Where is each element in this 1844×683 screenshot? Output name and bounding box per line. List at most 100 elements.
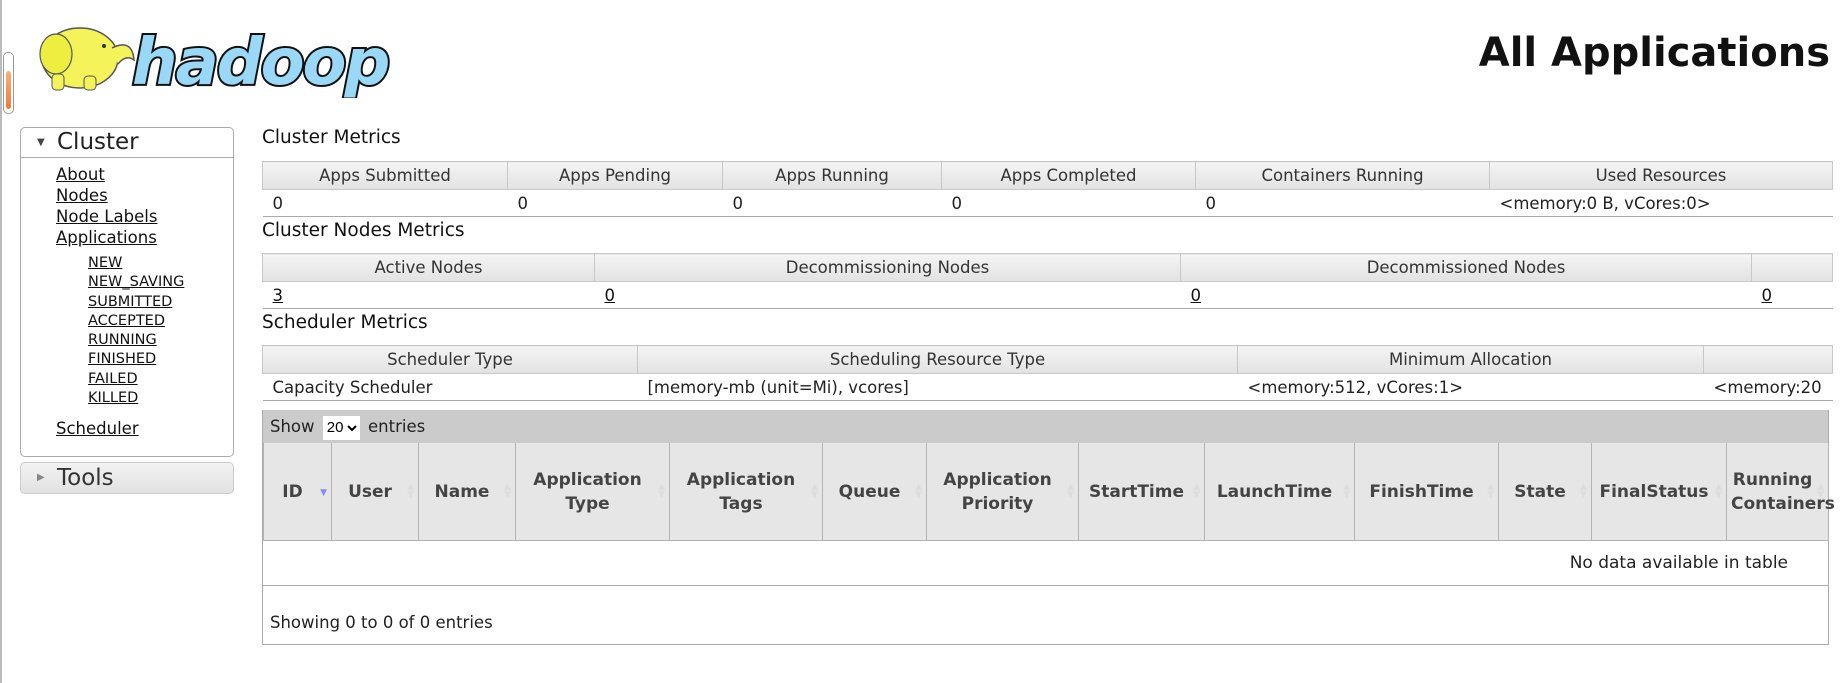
header-active-nodes: Active Nodes	[262, 253, 595, 282]
state-link-failed[interactable]: FAILED	[21, 370, 233, 389]
sidebar-link-scheduler[interactable]: Scheduler	[21, 418, 233, 439]
state-link-submitted[interactable]: SUBMITTED	[21, 293, 233, 312]
sort-icon: ▲ ▼	[1067, 482, 1074, 500]
scheduler-metrics-heading: Scheduler Metrics	[262, 312, 428, 333]
show-label: Show	[270, 417, 315, 436]
cluster-metrics-table: Apps Submitted Apps Pending Apps Running…	[262, 161, 1833, 217]
state-link-finished[interactable]: FINISHED	[21, 350, 233, 369]
sidebar-link-nodes[interactable]: Nodes	[21, 185, 233, 206]
sort-icon: ▲ ▼	[1715, 482, 1722, 500]
column-header-id[interactable]: ID ▼	[263, 443, 332, 541]
sidebar-tools-toggle[interactable]: ▶ Tools	[20, 462, 234, 494]
value-used-resources: <memory:0 B, vCores:0>	[1489, 189, 1833, 217]
caret-down-icon: ▼	[37, 137, 45, 148]
column-label: FinishTime	[1369, 481, 1474, 502]
sort-icon: ▲ ▼	[1487, 482, 1494, 500]
header-used-resources: Used Resources	[1489, 161, 1833, 190]
sort-icon: ▲ ▼	[1343, 482, 1350, 500]
header-apps-completed: Apps Completed	[941, 161, 1196, 190]
sort-icon: ▲ ▼	[1817, 482, 1824, 500]
sidebar-link-applications[interactable]: Applications	[21, 227, 233, 248]
header-scheduler-extra	[1703, 345, 1833, 374]
state-link-new-saving[interactable]: NEW_SAVING	[21, 273, 233, 292]
sort-icon: ▲ ▼	[811, 482, 818, 500]
active-nodes-link[interactable]: 3	[273, 286, 284, 305]
header-scheduling-resource-type: Scheduling Resource Type	[637, 345, 1238, 374]
nodes-extra-link[interactable]: 0	[1762, 286, 1773, 305]
window-edge	[0, 0, 2, 683]
sort-icon: ▲ ▼	[504, 482, 511, 500]
value-scheduling-resource-type: [memory-mb (unit=Mi), vcores]	[637, 373, 1238, 401]
column-header-state[interactable]: State ▲ ▼	[1498, 443, 1592, 541]
page-size-bar: Show 20 entries	[263, 410, 1828, 443]
cluster-metrics-heading: Cluster Metrics	[262, 127, 401, 148]
cluster-label: Cluster	[57, 129, 139, 155]
column-header-application-priority[interactable]: Application Priority ▲ ▼	[926, 443, 1079, 541]
caret-right-icon: ▶	[37, 472, 45, 483]
state-link-killed[interactable]: KILLED	[21, 389, 233, 408]
column-header-application-type[interactable]: Application Type ▲ ▼	[515, 443, 670, 541]
header-decommissioned-nodes: Decommissioned Nodes	[1180, 253, 1752, 282]
header-containers-running: Containers Running	[1195, 161, 1490, 190]
decommissioning-nodes-link[interactable]: 0	[605, 286, 616, 305]
sort-desc-icon: ▼	[320, 488, 327, 498]
value-minimum-allocation: <memory:512, vCores:1>	[1237, 373, 1704, 401]
column-header-launchtime[interactable]: LaunchTime ▲ ▼	[1204, 443, 1355, 541]
value-apps-completed: 0	[941, 189, 1196, 217]
header-apps-submitted: Apps Submitted	[262, 161, 508, 190]
column-header-application-tags[interactable]: Application Tags ▲ ▼	[669, 443, 823, 541]
applications-table-container: Show 20 entries ID ▼ User ▲ ▼ Name ▲ ▼ Applicati…	[262, 410, 1835, 645]
column-header-user[interactable]: User ▲ ▼	[331, 443, 419, 541]
cluster-section-toggle[interactable]: ▼ Cluster	[21, 128, 233, 158]
value-apps-submitted: 0	[262, 189, 508, 217]
page-size-select[interactable]: 20	[322, 415, 360, 440]
sort-icon: ▲ ▼	[658, 482, 665, 500]
column-header-finalstatus[interactable]: FinalStatus ▲ ▼	[1591, 443, 1727, 541]
nodes-metrics-table: Active Nodes Decommissioning Nodes Decom…	[262, 253, 1833, 309]
header-minimum-allocation: Minimum Allocation	[1237, 345, 1704, 374]
header-scheduler-type: Scheduler Type	[262, 345, 638, 374]
decommissioned-nodes-link[interactable]: 0	[1191, 286, 1202, 305]
nodes-metrics-heading: Cluster Nodes Metrics	[262, 220, 465, 241]
scroll-handle[interactable]	[3, 52, 14, 114]
column-label: StartTime	[1088, 481, 1185, 502]
column-label: FinalStatus	[1599, 481, 1709, 502]
state-link-accepted[interactable]: ACCEPTED	[21, 312, 233, 331]
hadoop-logo: hadoop	[39, 24, 393, 98]
sort-icon: ▲ ▼	[1580, 482, 1587, 500]
column-header-queue[interactable]: Queue ▲ ▼	[822, 443, 927, 541]
state-link-running[interactable]: RUNNING	[21, 331, 233, 350]
scheduler-metrics-table: Scheduler Type Scheduling Resource Type …	[262, 345, 1833, 401]
state-link-new[interactable]: NEW	[21, 254, 233, 273]
column-header-running-containers[interactable]: Running Containers ▲ ▼	[1726, 443, 1835, 541]
tools-label: Tools	[57, 465, 114, 491]
header-apps-pending: Apps Pending	[507, 161, 723, 190]
column-label: Name	[434, 481, 490, 502]
value-containers-running: 0	[1195, 189, 1490, 217]
column-label: User	[348, 481, 392, 502]
sort-icon: ▲ ▼	[407, 482, 414, 500]
column-header-finishtime[interactable]: FinishTime ▲ ▼	[1354, 443, 1499, 541]
column-label: Application Type	[533, 469, 642, 514]
sidebar-link-node-labels[interactable]: Node Labels	[21, 206, 233, 227]
column-label: Application Priority	[943, 469, 1052, 514]
column-label: ID	[282, 481, 303, 502]
value-apps-pending: 0	[507, 189, 723, 217]
column-label: LaunchTime	[1216, 481, 1333, 502]
sidebar-link-about[interactable]: About	[21, 164, 233, 185]
column-label: State	[1514, 481, 1566, 502]
column-label: Application Tags	[686, 469, 796, 514]
value-scheduler-type: Capacity Scheduler	[262, 373, 638, 401]
column-label: Queue	[838, 481, 901, 502]
column-header-name[interactable]: Name ▲ ▼	[418, 443, 516, 541]
column-header-starttime[interactable]: StartTime ▲ ▼	[1078, 443, 1205, 541]
svg-text:hadoop: hadoop	[132, 26, 389, 98]
empty-table-message: No data available in table	[263, 541, 1828, 586]
sort-icon: ▲ ▼	[1193, 482, 1200, 500]
sidebar-cluster: ▼ Cluster About Nodes Node Labels Applica…	[20, 127, 234, 457]
value-maximum-allocation: <memory:20	[1703, 373, 1833, 401]
header-decommissioning-nodes: Decommissioning Nodes	[594, 253, 1181, 282]
header-apps-running: Apps Running	[722, 161, 942, 190]
applications-table: ID ▼ User ▲ ▼ Name ▲ ▼ Application Type ▲ ▼ Applica…	[263, 443, 1835, 541]
sort-icon: ▲ ▼	[915, 482, 922, 500]
